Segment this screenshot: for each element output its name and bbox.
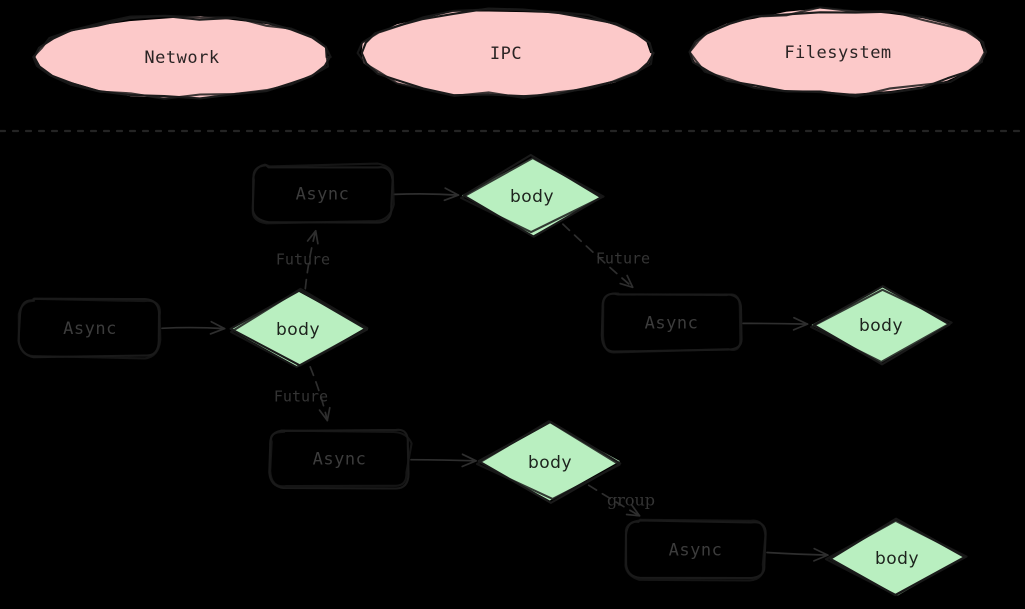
edge-label-e8: group bbox=[607, 491, 655, 510]
async-node-label: Async bbox=[313, 450, 367, 470]
diagram-svg: Future Future Future group Network IPC Filesys… bbox=[0, 6, 1025, 597]
edge-async-bottom-right-to-body-bottom-right bbox=[766, 547, 829, 562]
async-node-label: Async bbox=[645, 314, 699, 334]
edge-async-right-to-body-right bbox=[742, 316, 809, 331]
body-node-label: body bbox=[875, 549, 919, 569]
body-node-label: body bbox=[528, 453, 572, 473]
resource-label: Network bbox=[144, 48, 219, 68]
body-node-label: body bbox=[276, 320, 320, 340]
async-node-label: Async bbox=[63, 319, 117, 339]
edge-label-e4: Future bbox=[596, 250, 650, 268]
async-node-label: Async bbox=[296, 185, 350, 205]
resource-label: IPC bbox=[490, 44, 522, 64]
edge-label-e2: Future bbox=[276, 251, 330, 269]
edge-async-left-to-body-left bbox=[161, 320, 226, 335]
nodes-layer bbox=[17, 6, 988, 597]
edge-async-mid-bottom-to-body-mid-bottom bbox=[410, 453, 477, 468]
async-node-label: Async bbox=[669, 541, 723, 561]
body-node-label: body bbox=[859, 316, 903, 336]
body-node-label: body bbox=[510, 187, 554, 207]
edge-async-top-to-body-top bbox=[393, 187, 460, 202]
labels-layer: Future Future Future group Network IPC Filesys… bbox=[63, 43, 919, 569]
diagram-canvas: Future Future Future group Network IPC Filesys… bbox=[0, 0, 1025, 609]
edge-label-e6: Future bbox=[274, 388, 328, 406]
edges-layer bbox=[161, 187, 829, 562]
resource-label: Filesystem bbox=[784, 43, 891, 63]
